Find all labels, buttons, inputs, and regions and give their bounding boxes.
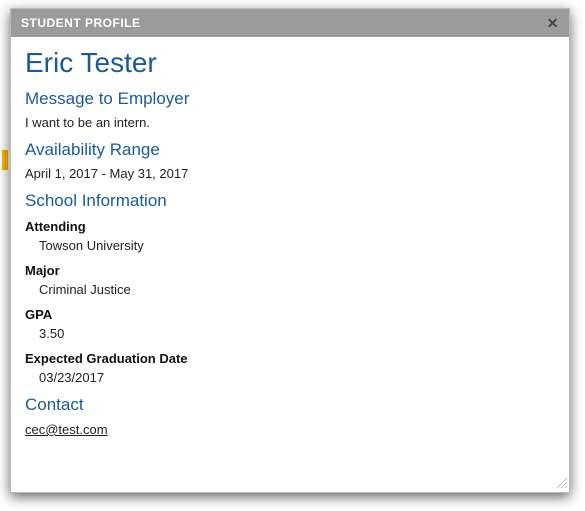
attending-label: Attending — [25, 219, 555, 234]
modal-title: STUDENT PROFILE — [21, 16, 141, 30]
school-heading: School Information — [25, 191, 555, 211]
major-value: Criminal Justice — [39, 282, 555, 297]
student-name: Eric Tester — [25, 47, 555, 79]
modal-titlebar: STUDENT PROFILE ✕ — [11, 9, 569, 37]
message-text: I want to be an intern. — [25, 115, 555, 130]
close-icon[interactable]: ✕ — [547, 16, 559, 30]
gpa-value: 3.50 — [39, 326, 555, 341]
gpa-label: GPA — [25, 307, 555, 322]
availability-range: April 1, 2017 - May 31, 2017 — [25, 166, 555, 181]
contact-heading: Contact — [25, 395, 555, 415]
grad-label: Expected Graduation Date — [25, 351, 555, 366]
major-label: Major — [25, 263, 555, 278]
resize-handle-icon[interactable] — [555, 476, 567, 488]
availability-heading: Availability Range — [25, 140, 555, 160]
grad-value: 03/23/2017 — [39, 370, 555, 385]
contact-email-link[interactable]: cec@test.com — [25, 422, 108, 437]
student-profile-modal: STUDENT PROFILE ✕ Eric Tester Message to… — [10, 8, 570, 493]
modal-content: Eric Tester Message to Employer I want t… — [11, 37, 569, 490]
background-artifact — [2, 150, 8, 170]
attending-value: Towson University — [39, 238, 555, 253]
message-heading: Message to Employer — [25, 89, 555, 109]
